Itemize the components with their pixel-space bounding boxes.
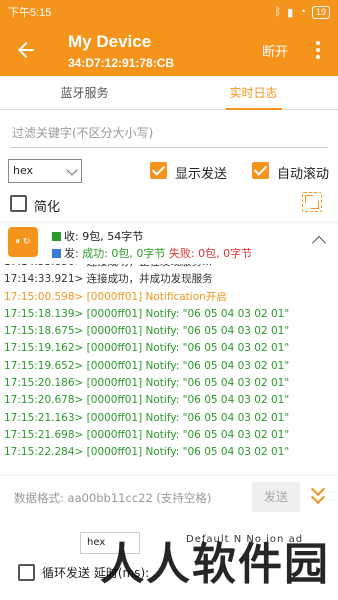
filter-input[interactable]: 过滤关键字(不区分大小写)	[10, 118, 328, 148]
device-title: My Device	[68, 32, 152, 51]
more-menu-icon[interactable]	[308, 38, 328, 62]
wifi-icon: ◔	[299, 6, 306, 18]
stats-panel: ⏸ ↻ 收: 9包, 54字节 发: 成功: 0包, 0字节 失败: 0包, 0…	[0, 222, 338, 264]
log-row: 17:15:19.652> [0000ff01] Notify: "06 05 …	[4, 359, 290, 372]
expand-down-icon[interactable]	[310, 481, 326, 506]
sent-stats: 发: 成功: 0包, 0字节 失败: 0包, 0字节	[52, 245, 252, 261]
loop-send-checkbox[interactable]	[18, 564, 35, 581]
log-row: 17:15:21.163> [0000ff01] Notify: "06 05 …	[4, 411, 290, 424]
disconnect-button[interactable]: 断开	[262, 41, 288, 60]
log-row: 17:15:20.678> [0000ff01] Notify: "06 05 …	[4, 394, 290, 407]
log-row: 17:15:18.139> [0000ff01] Notify: "06 05 …	[4, 307, 290, 320]
log-row: 17:15:20.186> [0000ff01] Notify: "06 05 …	[4, 377, 290, 390]
bluetooth-icon: ᛒ	[274, 6, 282, 18]
device-address: 34:D7:12:91:78:CB	[68, 56, 175, 70]
tab-bluetooth-services[interactable]: 蓝牙服务	[0, 76, 169, 109]
chevron-down-icon	[66, 164, 78, 176]
app-bar: My Device 34:D7:12:91:78:CB 断开	[0, 24, 338, 76]
status-time: 下午5:15	[8, 7, 52, 19]
log-row: 17:15:22.284> [0000ff01] Notify: "06 05 …	[4, 446, 290, 459]
received-color-icon	[52, 232, 61, 241]
sent-fail: 失败: 0包, 0字节	[168, 247, 253, 260]
auto-scroll-checkbox[interactable]	[252, 162, 269, 179]
log-row: 17:15:19.162> [0000ff01] Notify: "06 05 …	[4, 342, 290, 355]
watermark-logo: 人人软件园	[100, 539, 330, 590]
log-row: 17:15:18.675> [0000ff01] Notify: "06 05 …	[4, 325, 290, 338]
sent-prefix: 发:	[64, 247, 83, 260]
back-arrow-icon[interactable]	[14, 38, 38, 62]
log-list[interactable]: 17:14:33.856> 连接成功，正在发现服务... 17:14:33.921…	[0, 264, 338, 476]
tab-bar: 蓝牙服务 实时日志	[0, 76, 338, 110]
log-row: 17:15:00.598> [0000ff01] Notification开启	[4, 290, 227, 303]
log-row: 17:14:33.921> 连接成功，并成功发现服务	[4, 273, 213, 286]
format-select-value: hex	[13, 164, 34, 177]
send-button[interactable]: 发送	[252, 482, 300, 512]
signal-icon: ▮	[287, 6, 294, 19]
simplify-checkbox[interactable]	[10, 195, 27, 212]
send-options: hex Default N No ion ad 循环发送 延时(ms): 人人软…	[0, 522, 338, 600]
auto-scroll-label: 自动滚动	[277, 167, 330, 182]
status-bar: 下午5:15 ᛒ ▮ ◔ 19	[0, 0, 338, 24]
sent-color-icon	[52, 249, 61, 258]
sent-success: 成功: 0包, 0字节	[82, 247, 166, 260]
tab-realtime-log[interactable]: 实时日志	[169, 76, 338, 110]
log-row: 17:15:21.698> [0000ff01] Notify: "06 05 …	[4, 428, 290, 441]
chevron-up-icon[interactable]	[311, 235, 327, 251]
pause-icon[interactable]: ⏸ ↻	[8, 227, 38, 257]
show-send-checkbox[interactable]	[150, 162, 167, 179]
show-send-label: 显示发送	[175, 167, 228, 182]
send-data-input[interactable]: 数据格式: aa00bb11cc22 (支持空格)	[14, 490, 211, 506]
simplify-label: 简化	[34, 200, 61, 215]
log-row: 17:14:33.856> 连接成功，正在发现服务...	[4, 264, 338, 271]
fullscreen-icon[interactable]	[302, 192, 322, 212]
received-text: 收: 9包, 54字节	[64, 230, 144, 243]
received-stats: 收: 9包, 54字节	[52, 228, 143, 244]
format-select[interactable]: hex	[8, 159, 82, 183]
battery-icon: 19	[311, 5, 330, 19]
